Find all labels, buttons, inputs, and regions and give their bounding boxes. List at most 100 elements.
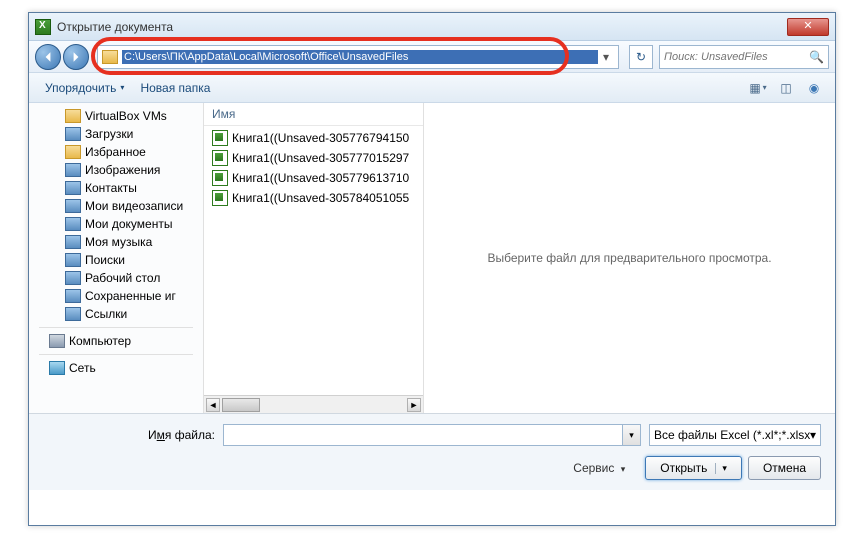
filter-label: Все файлы Excel (*.xl*;*.xlsx;*.xl bbox=[654, 428, 810, 442]
tree-item-computer[interactable]: Компьютер bbox=[29, 332, 203, 350]
new-folder-label: Новая папка bbox=[140, 81, 210, 95]
folder-icon bbox=[65, 253, 81, 267]
folder-icon bbox=[65, 199, 81, 213]
file-name: Книга1((Unsaved-305779613710 bbox=[232, 171, 409, 185]
folder-icon bbox=[65, 307, 81, 321]
new-folder-button[interactable]: Новая папка bbox=[132, 77, 218, 99]
tree-label: Контакты bbox=[85, 181, 137, 195]
scroll-thumb[interactable] bbox=[222, 398, 260, 412]
tree-item[interactable]: Поиски bbox=[29, 251, 203, 269]
cancel-label: Отмена bbox=[763, 461, 806, 475]
file-name: Книга1((Unsaved-305777015297 bbox=[232, 151, 409, 165]
search-box[interactable]: 🔍 bbox=[659, 45, 829, 69]
tree-item[interactable]: Моя музыка bbox=[29, 233, 203, 251]
folder-icon bbox=[102, 50, 118, 64]
excel-app-icon bbox=[35, 19, 51, 35]
toolbar: Упорядочить ▾ Новая папка ▦▾ ◫ ◉ bbox=[29, 73, 835, 103]
preview-pane-button[interactable]: ◫ bbox=[773, 77, 799, 99]
column-header-name[interactable]: Имя bbox=[204, 103, 423, 126]
folder-icon bbox=[65, 127, 81, 141]
chevron-down-icon: ▾ bbox=[120, 83, 124, 92]
folder-icon bbox=[65, 181, 81, 195]
nav-back-button[interactable] bbox=[35, 44, 61, 70]
tree-item[interactable]: Мои документы bbox=[29, 215, 203, 233]
excel-file-icon bbox=[212, 130, 228, 146]
tools-menu[interactable]: Сервис ▾ bbox=[567, 457, 631, 479]
address-input[interactable] bbox=[122, 50, 598, 64]
folder-tree[interactable]: VirtualBox VMs Загрузки Избранное Изобра… bbox=[29, 103, 204, 413]
search-icon: 🔍 bbox=[809, 50, 824, 64]
file-item[interactable]: Книга1((Unsaved-305776794150 bbox=[204, 128, 423, 148]
horizontal-scrollbar[interactable]: ◄ ► bbox=[204, 395, 423, 413]
cancel-button[interactable]: Отмена bbox=[748, 456, 821, 480]
excel-file-icon bbox=[212, 150, 228, 166]
chevron-down-icon[interactable]: ▾ bbox=[715, 463, 727, 474]
file-name: Книга1((Unsaved-305776794150 bbox=[232, 131, 409, 145]
refresh-button[interactable]: ↻ bbox=[629, 45, 653, 69]
tree-label: Мои видеозаписи bbox=[85, 199, 183, 213]
tree-label: Загрузки bbox=[85, 127, 133, 141]
tree-item[interactable]: Мои видеозаписи bbox=[29, 197, 203, 215]
tree-item[interactable]: Загрузки bbox=[29, 125, 203, 143]
preview-placeholder: Выберите файл для предварительного просм… bbox=[487, 251, 771, 265]
window-title: Открытие документа bbox=[57, 20, 787, 34]
folder-icon bbox=[65, 145, 81, 159]
file-type-filter[interactable]: Все файлы Excel (*.xl*;*.xlsx;*.xl ▾ bbox=[649, 424, 821, 446]
open-label: Открыть bbox=[660, 461, 707, 475]
folder-icon bbox=[65, 217, 81, 231]
chevron-down-icon: ▾ bbox=[621, 464, 626, 474]
excel-file-icon bbox=[212, 190, 228, 206]
view-mode-button[interactable]: ▦▾ bbox=[745, 77, 771, 99]
close-button[interactable]: ✕ bbox=[787, 18, 829, 36]
folder-icon bbox=[65, 271, 81, 285]
tree-item[interactable]: Сохраненные иг bbox=[29, 287, 203, 305]
file-item[interactable]: Книга1((Unsaved-305784051055 bbox=[204, 188, 423, 208]
tree-item[interactable]: Избранное bbox=[29, 143, 203, 161]
tree-label: Изображения bbox=[85, 163, 160, 177]
chevron-down-icon: ▾ bbox=[810, 428, 816, 442]
tree-label: Сеть bbox=[69, 361, 96, 375]
filename-input[interactable] bbox=[223, 424, 623, 446]
excel-file-icon bbox=[212, 170, 228, 186]
tree-item-network[interactable]: Сеть bbox=[29, 359, 203, 377]
nav-forward-button[interactable] bbox=[63, 44, 89, 70]
file-name: Книга1((Unsaved-305784051055 bbox=[232, 191, 409, 205]
filename-dropdown[interactable]: ▾ bbox=[623, 424, 641, 446]
address-bar[interactable]: ▾ bbox=[97, 45, 619, 69]
file-item[interactable]: Книга1((Unsaved-305779613710 bbox=[204, 168, 423, 188]
tree-item[interactable]: Изображения bbox=[29, 161, 203, 179]
folder-icon bbox=[65, 163, 81, 177]
network-icon bbox=[49, 361, 65, 375]
preview-pane: Выберите файл для предварительного просм… bbox=[424, 103, 835, 413]
open-file-dialog: Открытие документа ✕ ▾ ↻ 🔍 Упорядочить ▾… bbox=[28, 12, 836, 526]
bottom-panel: Имя файла: ▾ Все файлы Excel (*.xl*;*.xl… bbox=[29, 413, 835, 490]
folder-icon bbox=[65, 235, 81, 249]
tree-label: Мои документы bbox=[85, 217, 172, 231]
help-button[interactable]: ◉ bbox=[801, 77, 827, 99]
tree-label: Рабочий стол bbox=[85, 271, 160, 285]
tree-item[interactable]: Контакты bbox=[29, 179, 203, 197]
tree-item[interactable]: Ссылки bbox=[29, 305, 203, 323]
scroll-right-button[interactable]: ► bbox=[407, 398, 421, 412]
scroll-left-button[interactable]: ◄ bbox=[206, 398, 220, 412]
organize-label: Упорядочить bbox=[45, 81, 116, 95]
address-dropdown[interactable]: ▾ bbox=[598, 50, 614, 64]
tree-label: VirtualBox VMs bbox=[85, 109, 167, 123]
tree-label: Ссылки bbox=[85, 307, 127, 321]
filename-label: Имя файла: bbox=[43, 428, 223, 442]
file-item[interactable]: Книга1((Unsaved-305777015297 bbox=[204, 148, 423, 168]
tree-label: Избранное bbox=[85, 145, 146, 159]
tools-label: Сервис bbox=[573, 461, 614, 475]
folder-icon bbox=[65, 109, 81, 123]
open-button[interactable]: Открыть ▾ bbox=[645, 456, 742, 480]
titlebar: Открытие документа ✕ bbox=[29, 13, 835, 41]
search-input[interactable] bbox=[664, 51, 807, 63]
tree-label: Компьютер bbox=[69, 334, 131, 348]
tree-label: Сохраненные иг bbox=[85, 289, 176, 303]
tree-label: Поиски bbox=[85, 253, 125, 267]
computer-icon bbox=[49, 334, 65, 348]
nav-bar: ▾ ↻ 🔍 bbox=[29, 41, 835, 73]
tree-item[interactable]: Рабочий стол bbox=[29, 269, 203, 287]
tree-item[interactable]: VirtualBox VMs bbox=[29, 107, 203, 125]
organize-menu[interactable]: Упорядочить ▾ bbox=[37, 77, 132, 99]
